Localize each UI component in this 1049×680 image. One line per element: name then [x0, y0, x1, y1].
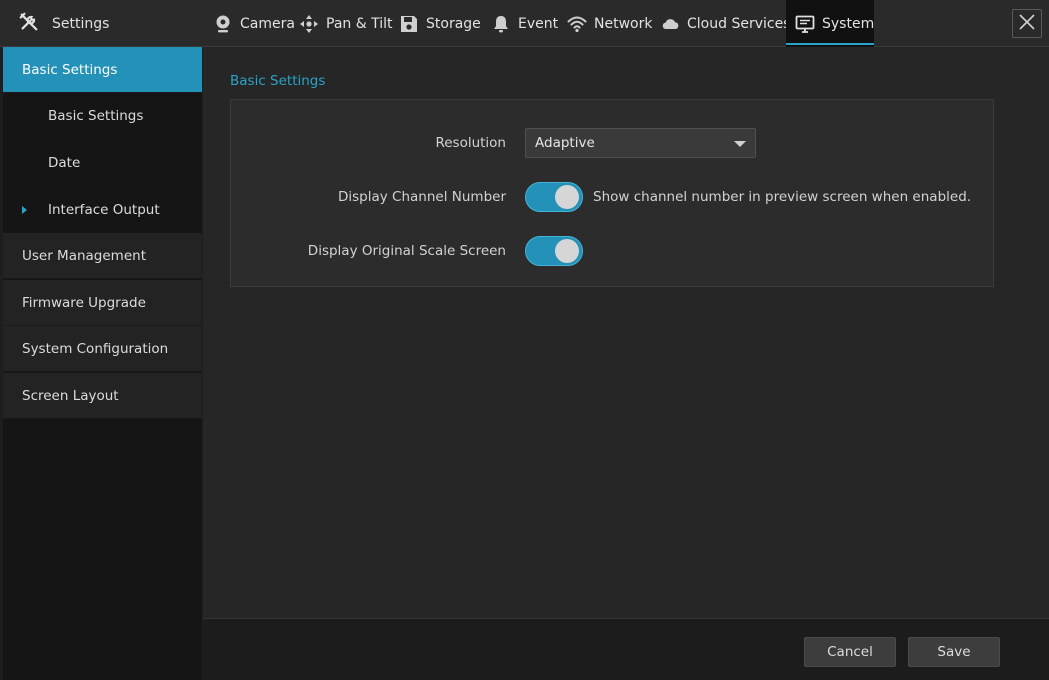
display-channel-number-toggle[interactable] — [525, 182, 583, 212]
bell-icon — [491, 14, 511, 34]
sidebar-item-label: Screen Layout — [22, 387, 119, 404]
sidebar-item-basic-settings[interactable]: Basic Settings — [3, 47, 202, 93]
tab-label: Pan & Tilt — [326, 15, 393, 32]
settings-panel: Resolution Adaptive Display Channel Numb… — [230, 99, 994, 287]
display-original-scale-toggle[interactable] — [525, 236, 583, 266]
sidebar-subitem-interface-output[interactable]: Interface Output — [3, 187, 202, 233]
resolution-label: Resolution — [435, 135, 506, 151]
toggle-knob — [555, 239, 579, 263]
floppy-disk-icon — [399, 14, 419, 34]
sidebar-item-label: Basic Settings — [22, 61, 118, 78]
sidebar: Basic Settings Basic Settings Date Inter… — [3, 47, 202, 680]
tab-cloud-services[interactable]: Cloud Services — [660, 0, 790, 47]
tab-event[interactable]: Event — [491, 0, 558, 47]
tab-label: Network — [594, 15, 653, 32]
toggle-knob — [555, 185, 579, 209]
expand-arrow-icon — [22, 206, 27, 214]
display-channel-number-hint: Show channel number in preview screen wh… — [593, 189, 972, 205]
sidebar-item-label: Date — [48, 155, 81, 171]
tab-pan-tilt[interactable]: Pan & Tilt — [299, 0, 392, 47]
camera-icon — [213, 14, 233, 34]
sidebar-item-label: System Configuration — [22, 340, 169, 357]
tab-label: System — [822, 15, 875, 32]
sidebar-item-firmware-upgrade[interactable]: Firmware Upgrade — [3, 280, 202, 326]
monitor-icon — [795, 14, 815, 34]
section-title: Basic Settings — [230, 73, 326, 89]
sidebar-item-screen-layout[interactable]: Screen Layout — [3, 373, 202, 419]
display-channel-number-label: Display Channel Number — [338, 189, 506, 205]
sidebar-item-label: User Management — [22, 247, 146, 264]
close-icon — [1018, 13, 1036, 35]
tab-label: Storage — [426, 15, 481, 32]
resolution-select[interactable]: Adaptive — [525, 128, 756, 158]
tab-storage[interactable]: Storage — [399, 0, 481, 47]
save-button[interactable]: Save — [908, 637, 1000, 667]
cancel-button[interactable]: Cancel — [804, 637, 896, 667]
main-content: Basic Settings Resolution Adaptive Displ… — [203, 47, 1049, 618]
close-button[interactable] — [1012, 9, 1042, 38]
top-navigation-bar: Settings Camera Pan & Tilt Storage Event… — [0, 0, 1049, 47]
sidebar-item-label: Basic Settings — [48, 108, 144, 124]
app-title-label: Settings — [52, 15, 110, 32]
tools-icon — [18, 11, 40, 37]
app-title: Settings — [18, 0, 109, 47]
wifi-icon — [567, 14, 587, 34]
display-original-scale-label: Display Original Scale Screen — [307, 243, 506, 259]
chevron-down-icon — [734, 141, 746, 147]
tab-label: Cloud Services — [687, 15, 791, 32]
tab-label: Camera — [240, 15, 295, 32]
tab-camera[interactable]: Camera — [213, 0, 295, 47]
sidebar-item-label: Interface Output — [48, 202, 160, 218]
pan-tilt-icon — [299, 14, 319, 34]
footer-bar: Cancel Save — [203, 618, 1049, 680]
tab-network[interactable]: Network — [567, 0, 652, 47]
sidebar-subitem-basic-settings[interactable]: Basic Settings — [3, 93, 202, 139]
sidebar-item-system-configuration[interactable]: System Configuration — [3, 326, 202, 372]
sidebar-subitem-date[interactable]: Date — [3, 140, 202, 186]
resolution-value: Adaptive — [535, 135, 595, 151]
tab-label: Event — [518, 15, 559, 32]
sidebar-item-label: Firmware Upgrade — [22, 294, 146, 311]
sidebar-item-user-management[interactable]: User Management — [3, 233, 202, 279]
tab-system[interactable]: System — [786, 0, 874, 47]
cloud-icon — [660, 14, 680, 34]
